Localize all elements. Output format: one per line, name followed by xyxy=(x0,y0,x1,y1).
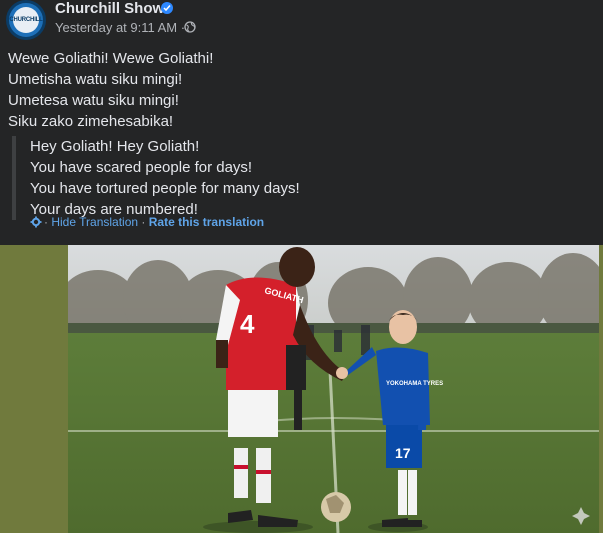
post-line: Wewe Goliathi! Wewe Goliathi! xyxy=(8,50,214,67)
shirt-number-text: 4 xyxy=(240,309,255,339)
page-avatar[interactable]: CHURCHILL xyxy=(6,0,46,40)
post-photo[interactable]: GOLIATH 4 YOKOHAMA TYRES 17 xyxy=(68,245,599,533)
football-handshake-image: GOLIATH 4 YOKOHAMA TYRES 17 xyxy=(68,245,599,533)
separator: · xyxy=(44,215,48,229)
translation-line: You have scared people for days! xyxy=(30,159,253,176)
photo-letterbox-right xyxy=(599,245,603,533)
post-line: Umetisha watu siku mingi! xyxy=(8,71,183,88)
translation-settings-icon[interactable] xyxy=(30,216,42,228)
post-line: Siku zako zimehesabika! xyxy=(8,113,174,130)
post-photo-container: GOLIATH 4 YOKOHAMA TYRES 17 xyxy=(0,245,603,533)
post-body: Wewe Goliathi! Wewe Goliathi! Umetisha w… xyxy=(8,48,213,132)
photo-letterbox-left xyxy=(0,245,68,533)
translation-line: You have tortured people for many days! xyxy=(30,180,300,197)
translation-links: · Hide Translation · Rate this translati… xyxy=(30,215,264,229)
football xyxy=(321,492,351,522)
separator: · xyxy=(141,215,146,229)
post-timestamp[interactable]: Yesterday at 9:11 AM · xyxy=(55,20,185,35)
translation-line: Hey Goliath! Hey Goliath! xyxy=(30,138,200,155)
globe-icon xyxy=(184,21,196,33)
page-name-link[interactable]: Churchill Show xyxy=(55,0,164,17)
shorts-number-text: 17 xyxy=(395,445,411,461)
rate-translation-link[interactable]: Rate this translation xyxy=(149,215,264,229)
avatar-logo-text: CHURCHILL xyxy=(9,17,43,23)
post-line: Umetesa watu siku mingi! xyxy=(8,92,179,109)
hide-translation-link[interactable]: Hide Translation xyxy=(51,215,138,229)
verified-badge-icon xyxy=(161,2,173,14)
post-header: CHURCHILL Churchill Show Yesterday at 9:… xyxy=(0,0,603,44)
shirt-sponsor-text: YOKOHAMA TYRES xyxy=(386,381,443,387)
translation-block: Hey Goliath! Hey Goliath! You have scare… xyxy=(12,136,300,220)
